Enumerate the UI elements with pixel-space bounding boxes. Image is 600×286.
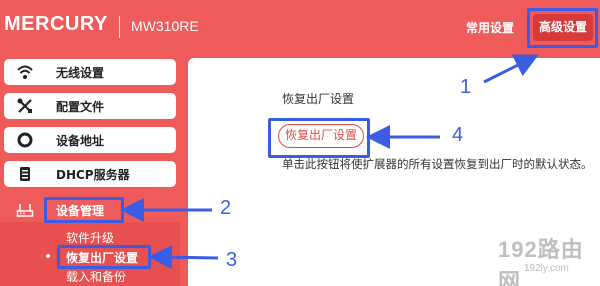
address-icon	[16, 131, 34, 149]
top-bar: MERCURY MW310RE 常用设置 高级设置	[0, 0, 600, 56]
router-icon	[16, 201, 34, 219]
watermark-url: 192ly.com	[524, 263, 569, 274]
device-model: MW310RE	[131, 18, 199, 34]
sidebar-item-device-address[interactable]: 设备地址	[4, 127, 176, 153]
sidebar-item-dhcp[interactable]: DHCP服务器	[4, 161, 176, 187]
nav-common-settings[interactable]: 常用设置	[466, 19, 514, 36]
annotation-number-1: 1	[460, 76, 472, 98]
submenu-item-firmware-upgrade[interactable]: 软件升级	[66, 229, 114, 246]
sidebar-item-wireless[interactable]: 无线设置	[4, 59, 176, 85]
sidebar-item-label: 配置文件	[56, 100, 105, 114]
sidebar-item-device-management[interactable]: 设备管理	[4, 197, 176, 223]
sidebar-item-label: 设备管理	[56, 204, 105, 218]
sidebar-item-label: 设备地址	[56, 134, 105, 148]
sidebar-item-label: 无线设置	[56, 66, 105, 80]
submenu-item-load-backup[interactable]: 载入和备份	[66, 268, 126, 285]
tools-icon	[16, 97, 34, 115]
page-title: 恢复出厂设置	[282, 92, 355, 106]
sidebar-item-label: DHCP服务器	[56, 168, 130, 182]
reset-description: 单击此按钮将使扩展器的所有设置恢复到出厂时的默认状态。	[282, 157, 593, 171]
sidebar-item-config-file[interactable]: 配置文件	[4, 93, 176, 119]
annotation-number-3: 3	[226, 249, 238, 271]
factory-reset-button[interactable]: 恢复出厂设置	[278, 124, 364, 148]
dhcp-icon	[16, 165, 34, 183]
brand-divider	[119, 16, 120, 38]
wifi-icon	[16, 63, 34, 81]
submenu-item-factory-reset[interactable]: 恢复出厂设置	[66, 249, 138, 266]
brand-logo: MERCURY	[4, 13, 108, 35]
annotation-number-4: 4	[452, 124, 464, 146]
annotation-number-2: 2	[220, 197, 232, 219]
current-item-bullet	[46, 254, 50, 258]
watermark-logo: 192路由网	[498, 237, 584, 286]
nav-advanced-settings[interactable]: 高级设置	[533, 14, 593, 41]
